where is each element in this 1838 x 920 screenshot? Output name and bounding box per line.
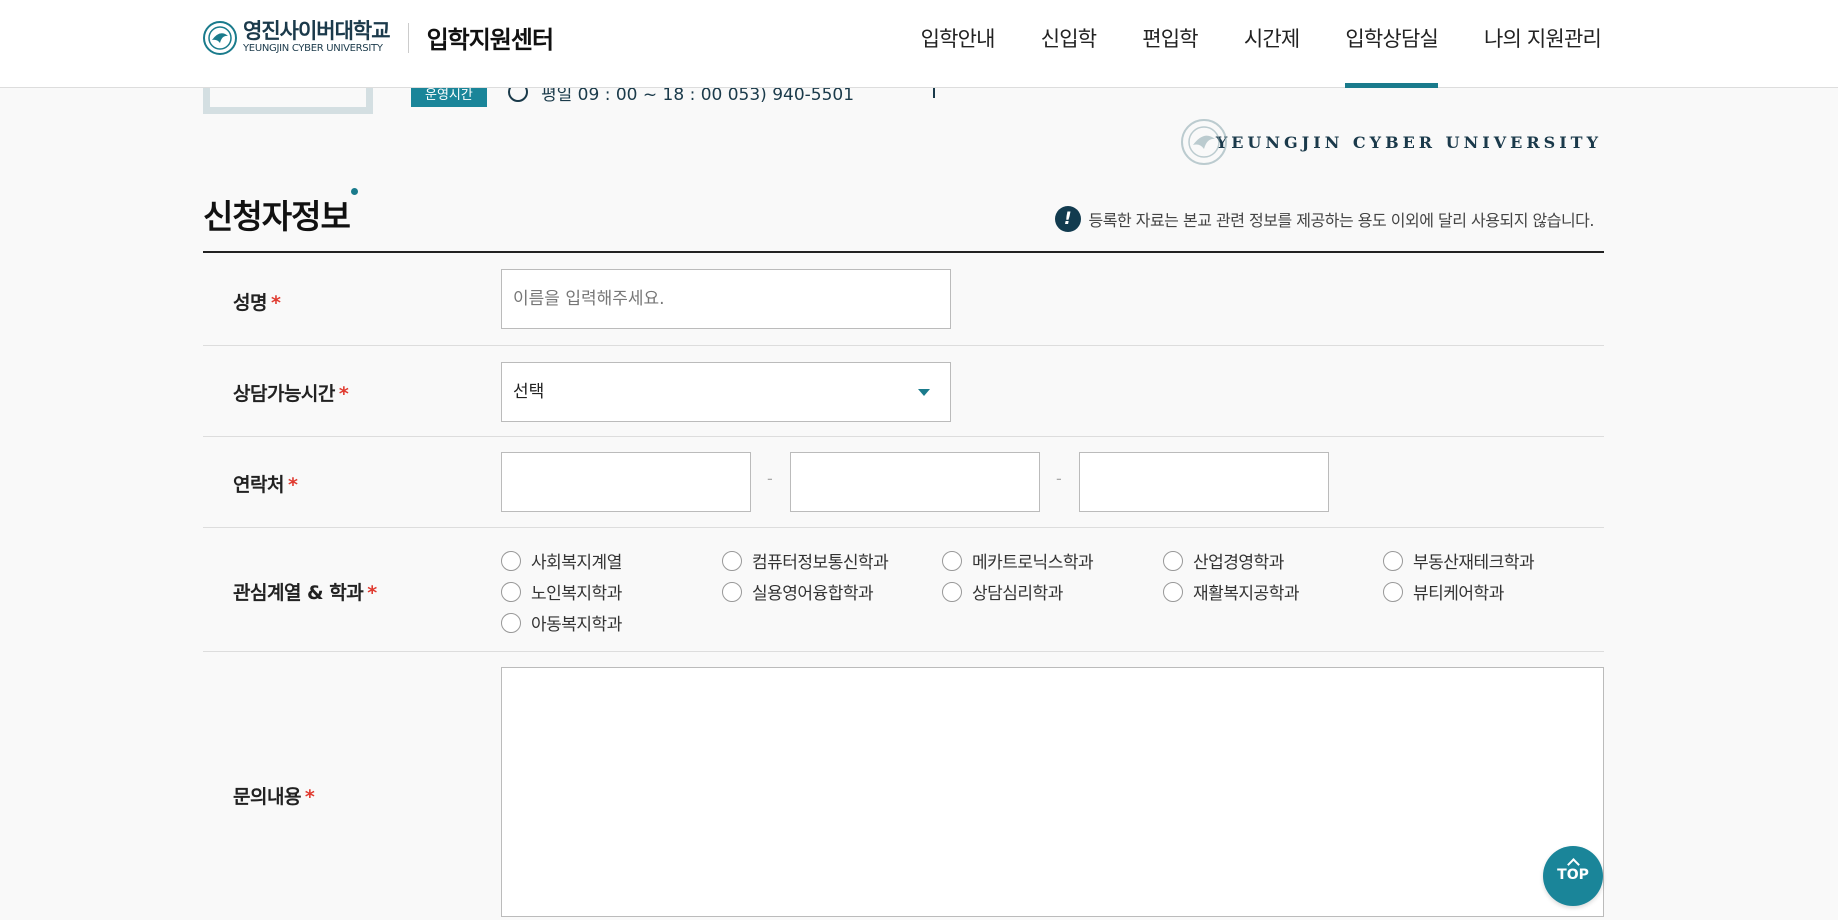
university-logo[interactable]: 영진사이버대학교 YEUNGJIN CYBER UNIVERSITY 입학지원센…	[203, 19, 554, 55]
radio-button[interactable]	[942, 550, 962, 571]
site-header: 영진사이버대학교 YEUNGJIN CYBER UNIVERSITY 입학지원센…	[0, 0, 1838, 88]
major-option[interactable]: 부동산재테크학과	[1383, 548, 1535, 573]
radio-button[interactable]	[501, 550, 521, 571]
scroll-top-button[interactable]: TOP	[1543, 846, 1603, 906]
major-option[interactable]: 재활복지공학과	[1163, 579, 1299, 604]
tel-middle-input[interactable]	[790, 452, 1040, 512]
name-input[interactable]	[501, 269, 951, 329]
form-row-name: 성명 *	[203, 253, 1604, 346]
nav-item-consultation[interactable]: 입학상담실	[1345, 0, 1439, 88]
brand-mark: YEUNGJIN CYBER UNIVERSITY	[1180, 118, 1602, 166]
chevron-down-icon	[918, 389, 930, 396]
major-option[interactable]: 실용영어융합학과	[722, 579, 874, 604]
radio-button[interactable]	[942, 581, 962, 602]
form-row-major: 관심계열 & 학과 * 사회복지계열 컴퓨터정보통신학과 메카트로닉스학과 산업경…	[203, 528, 1604, 652]
logo-divider	[407, 22, 409, 53]
tel-separator: -	[767, 469, 773, 488]
university-emblem-icon	[203, 20, 237, 55]
tel-separator: -	[1056, 469, 1062, 488]
form-row-tel: 연락처 * - -	[203, 437, 1604, 528]
admission-center-title: 입학지원센터	[426, 26, 554, 54]
radio-button[interactable]	[722, 581, 742, 602]
major-label: 관심계열 & 학과 *	[233, 582, 377, 604]
radio-button[interactable]	[501, 612, 521, 633]
major-option[interactable]: 노인복지학과	[501, 579, 622, 604]
brand-text: YEUNGJIN CYBER UNIVERSITY	[1215, 132, 1602, 152]
form-row-time: 상담가능시간 * 선택	[203, 346, 1604, 437]
radio-button[interactable]	[1383, 550, 1403, 571]
tel-label: 연락처 *	[233, 474, 298, 496]
required-mark: *	[338, 383, 349, 405]
required-mark: *	[304, 786, 315, 808]
tel-first-input[interactable]	[501, 452, 751, 512]
major-option[interactable]: 산업경영학과	[1163, 548, 1284, 573]
message-textarea[interactable]	[501, 667, 1604, 917]
main-nav: 입학안내 신입학 편입학 시간제 입학상담실 나의 지원관리	[875, 0, 1602, 88]
major-option[interactable]: 사회복지계열	[501, 548, 622, 573]
logo-korean-name: 영진사이버대학교	[243, 19, 391, 43]
radio-button[interactable]	[1163, 550, 1183, 571]
radio-button[interactable]	[1383, 581, 1403, 602]
nav-item-admission-guide[interactable]: 입학안내	[921, 0, 996, 88]
required-mark: *	[287, 474, 298, 496]
tel-last-input[interactable]	[1079, 452, 1329, 512]
required-mark: *	[367, 582, 377, 604]
privacy-notice-text: 등록한 자료는 본교 관련 정보를 제공하는 용도 이외에 달리 사용되지 않습…	[1088, 211, 1595, 230]
major-option[interactable]: 상담심리학과	[942, 579, 1063, 604]
exclamation-icon: !	[1054, 206, 1081, 232]
title-dot	[351, 188, 358, 195]
time-select[interactable]: 선택	[501, 362, 951, 422]
time-label: 상담가능시간 *	[233, 383, 349, 405]
privacy-notice: ! 등록한 자료는 본교 관련 정보를 제공하는 용도 이외에 달리 사용되지 …	[1054, 206, 1595, 232]
university-emblem-icon	[1180, 119, 1227, 165]
major-option[interactable]: 아동복지학과	[501, 610, 622, 635]
radio-button[interactable]	[1163, 581, 1183, 602]
radio-button[interactable]	[722, 550, 742, 571]
applicant-form: 성명* 상담가능시간* 선택 연락처* - - 관심계열 & 학과* 사회복지계…	[203, 251, 1604, 920]
major-option[interactable]: 컴퓨터정보통신학과	[722, 548, 889, 573]
message-label: 문의내용 *	[233, 786, 315, 808]
major-option[interactable]: 메카트로닉스학과	[942, 548, 1094, 573]
nav-item-transfer[interactable]: 편입학	[1142, 0, 1198, 88]
name-label: 성명 *	[233, 292, 281, 314]
required-mark: *	[270, 292, 281, 314]
nav-item-part-time[interactable]: 시간제	[1244, 0, 1300, 88]
nav-item-my-application[interactable]: 나의 지원관리	[1484, 0, 1602, 88]
logo-english-name: YEUNGJIN CYBER UNIVERSITY	[243, 43, 383, 54]
page-title: 신청자정보	[203, 197, 351, 236]
radio-button[interactable]	[501, 581, 521, 602]
major-option[interactable]: 뷰티케어학과	[1383, 579, 1504, 604]
nav-item-freshman[interactable]: 신입학	[1041, 0, 1097, 88]
time-select-value: 선택	[513, 382, 545, 402]
form-row-message: 문의내용 *	[203, 652, 1604, 920]
